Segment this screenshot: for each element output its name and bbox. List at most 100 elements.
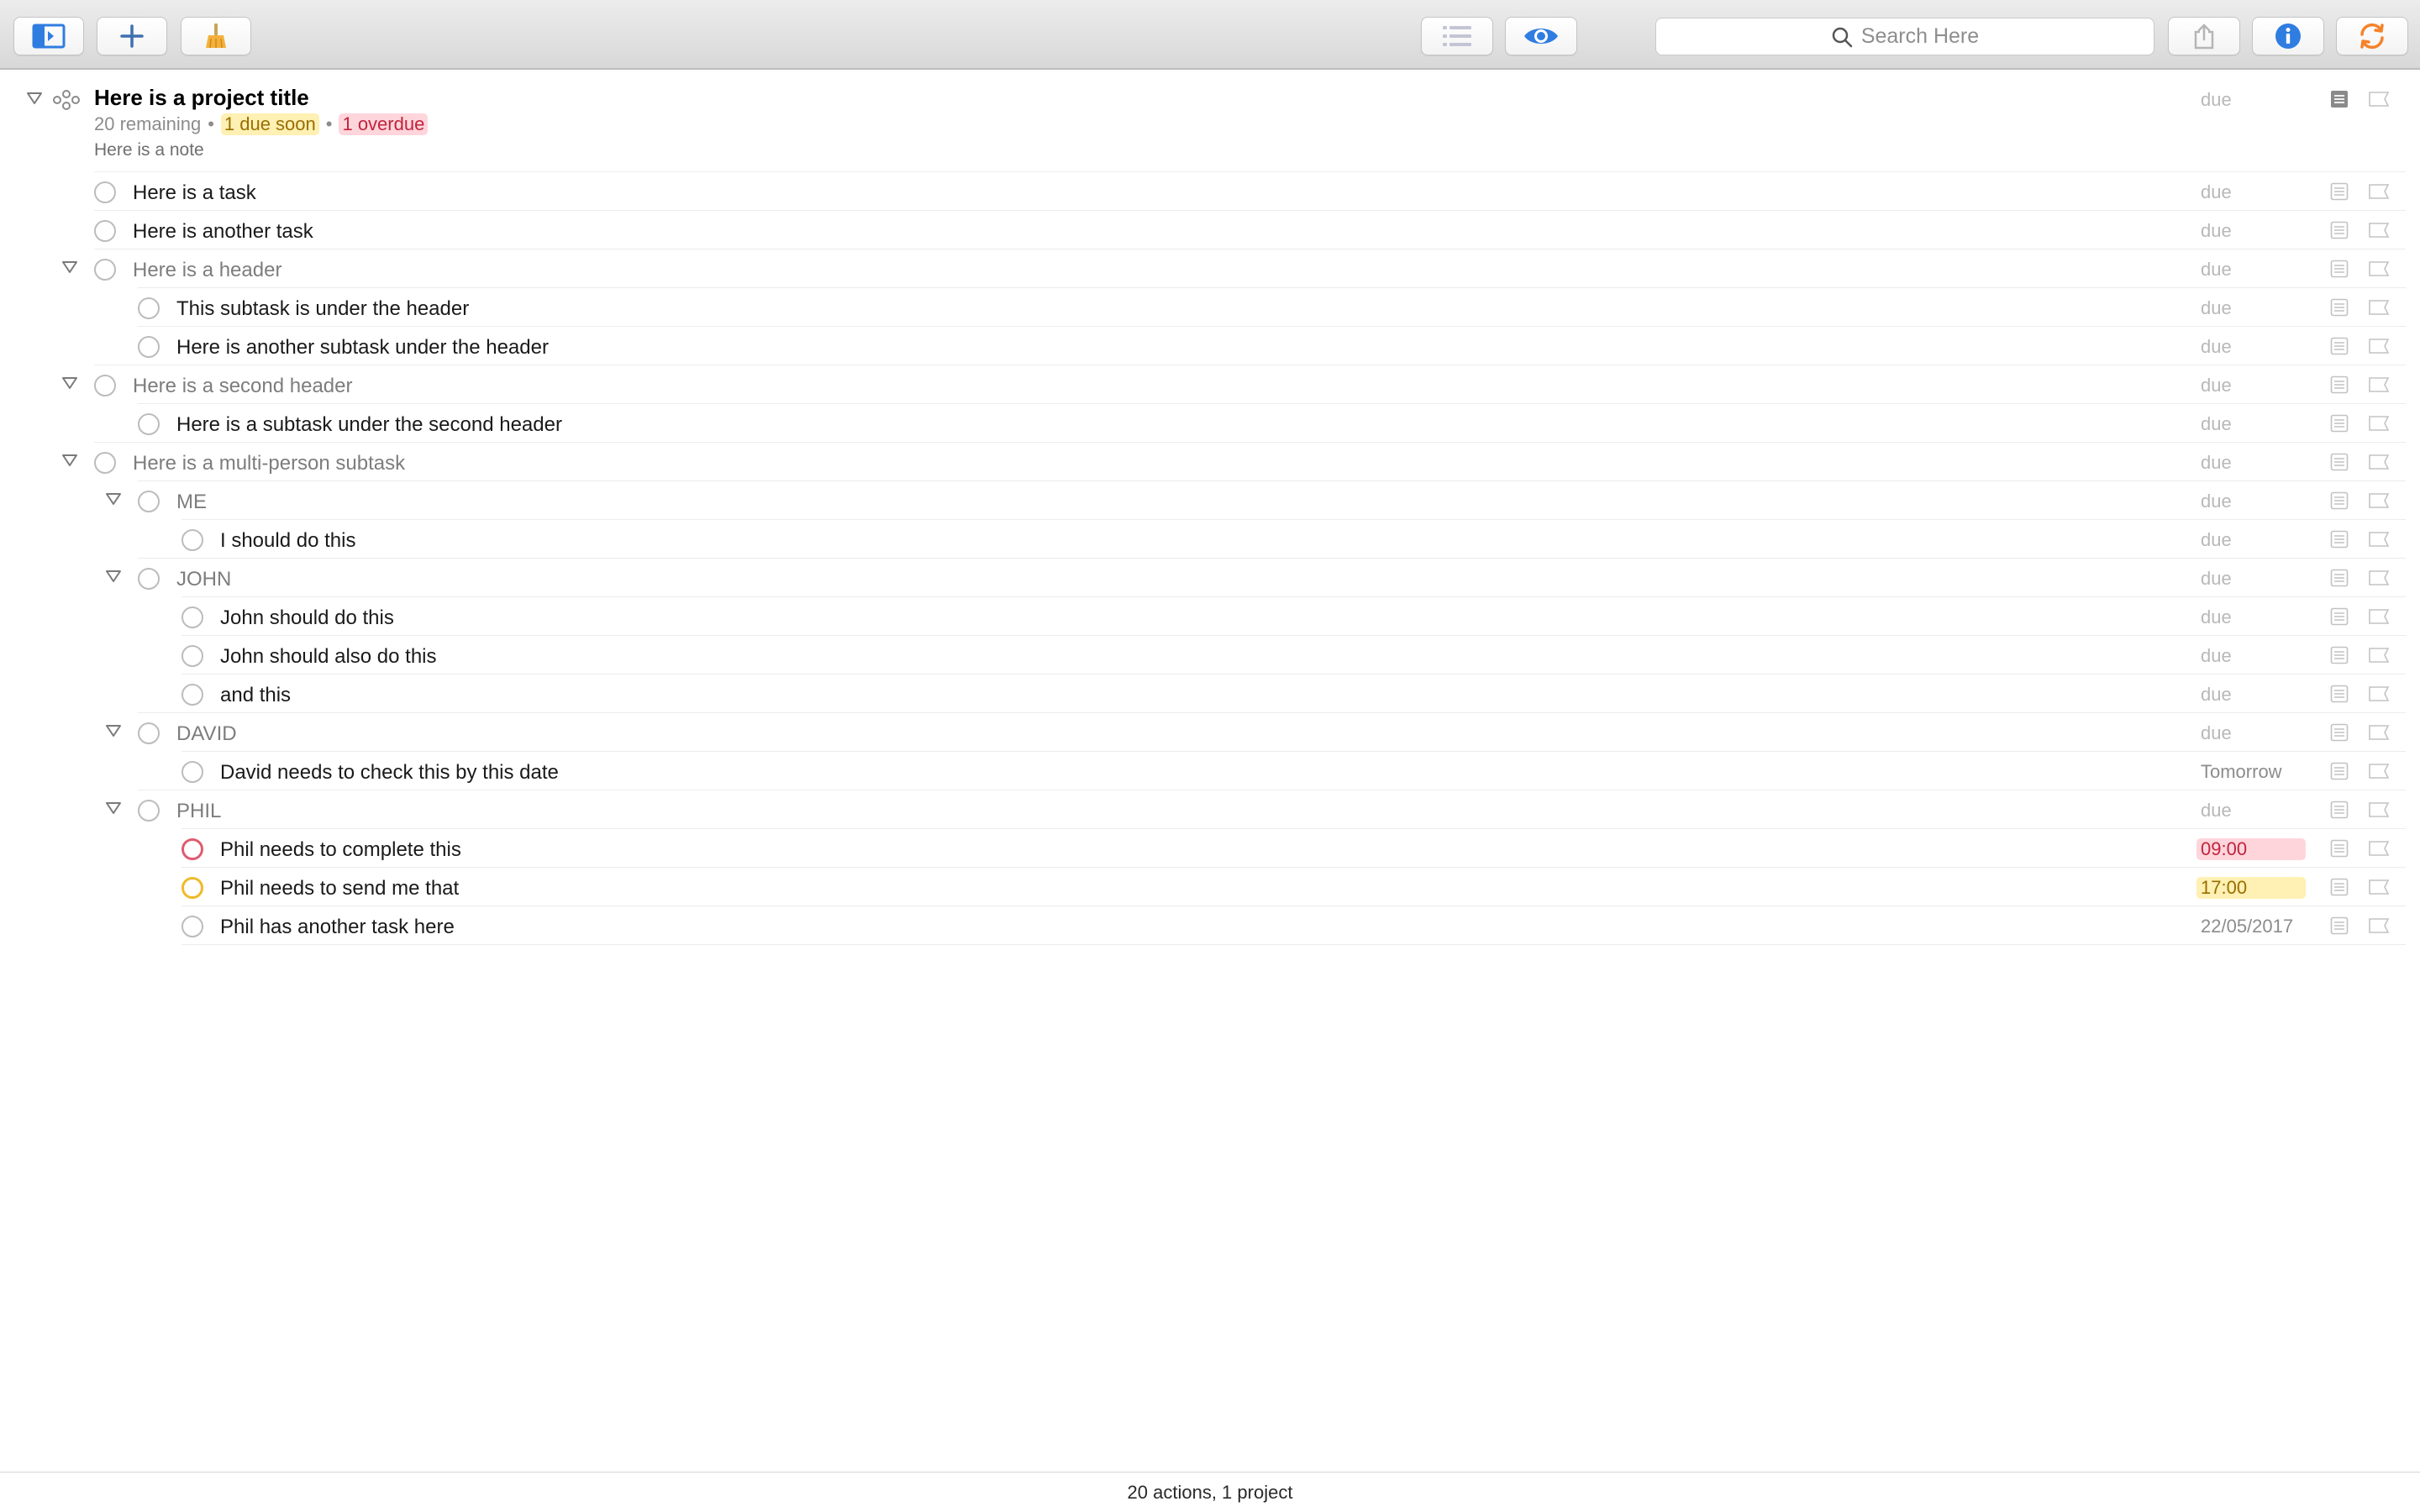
due-date-field[interactable]: due bbox=[2201, 491, 2232, 512]
note-icon[interactable] bbox=[2330, 182, 2349, 201]
status-checkbox[interactable] bbox=[138, 722, 160, 744]
disclosure-triangle-icon[interactable] bbox=[61, 376, 78, 390]
task-title[interactable]: Here is another subtask under the header bbox=[176, 336, 549, 360]
due-date-field[interactable]: due bbox=[2201, 220, 2232, 242]
group-row[interactable]: JOHN due bbox=[106, 558, 2406, 596]
task-row[interactable]: and this due bbox=[182, 674, 2406, 712]
flag-icon[interactable] bbox=[2368, 222, 2390, 239]
project-note[interactable]: Here is a note bbox=[94, 140, 204, 160]
task-row[interactable]: Here is a task due bbox=[94, 171, 2406, 210]
flag-icon[interactable] bbox=[2368, 91, 2390, 108]
note-icon[interactable] bbox=[2330, 375, 2349, 394]
note-icon[interactable] bbox=[2330, 414, 2349, 433]
group-title[interactable]: Here is a second header bbox=[133, 375, 353, 398]
flag-icon[interactable] bbox=[2368, 183, 2390, 200]
due-date-field[interactable]: due bbox=[2201, 375, 2232, 396]
due-date-field[interactable]: due bbox=[2201, 259, 2232, 281]
task-title[interactable]: John should do this bbox=[220, 606, 394, 630]
inspector-button[interactable] bbox=[2252, 17, 2324, 55]
clean-up-button[interactable] bbox=[181, 17, 251, 55]
note-icon[interactable] bbox=[2330, 530, 2349, 549]
note-icon[interactable] bbox=[2330, 646, 2349, 664]
flag-icon[interactable] bbox=[2368, 685, 2390, 702]
group-row[interactable]: Here is a second header due bbox=[62, 365, 2406, 403]
flag-icon[interactable] bbox=[2368, 917, 2390, 934]
status-checkbox[interactable] bbox=[138, 297, 160, 319]
due-date-field[interactable]: due bbox=[2201, 181, 2232, 203]
flag-icon[interactable] bbox=[2368, 338, 2390, 354]
sync-button[interactable] bbox=[2336, 17, 2408, 55]
search-input[interactable]: Search Here bbox=[1655, 18, 2154, 55]
group-row[interactable]: PHIL due bbox=[106, 790, 2406, 828]
note-icon[interactable] bbox=[2330, 569, 2349, 587]
flag-icon[interactable] bbox=[2368, 763, 2390, 780]
due-date-field[interactable]: due bbox=[2201, 800, 2232, 822]
note-icon[interactable] bbox=[2330, 916, 2349, 935]
task-title[interactable]: Phil needs to complete this bbox=[220, 838, 461, 862]
note-icon[interactable] bbox=[2330, 337, 2349, 355]
note-icon[interactable] bbox=[2330, 685, 2349, 703]
note-icon[interactable] bbox=[2330, 453, 2349, 471]
due-date-field[interactable]: due bbox=[2201, 606, 2232, 628]
task-row[interactable]: Phil needs to complete this 09:00 bbox=[182, 828, 2406, 867]
project-title[interactable]: Here is a project title bbox=[94, 85, 309, 111]
disclosure-triangle-icon[interactable] bbox=[26, 92, 43, 105]
task-row[interactable]: Phil needs to send me that 17:00 bbox=[182, 867, 2406, 906]
due-date-field[interactable]: 17:00 bbox=[2196, 877, 2306, 899]
status-checkbox[interactable] bbox=[94, 452, 116, 474]
group-title[interactable]: ME bbox=[176, 491, 207, 514]
disclosure-triangle-icon[interactable] bbox=[105, 801, 122, 815]
due-date-field[interactable]: due bbox=[2201, 722, 2232, 744]
task-row[interactable]: David needs to check this by this date To… bbox=[182, 751, 2406, 790]
flag-icon[interactable] bbox=[2368, 570, 2390, 586]
note-icon[interactable] bbox=[2330, 762, 2349, 780]
status-checkbox[interactable] bbox=[94, 181, 116, 203]
task-row[interactable]: Here is another task due bbox=[94, 210, 2406, 249]
note-icon[interactable] bbox=[2330, 607, 2349, 626]
task-title[interactable]: David needs to check this by this date bbox=[220, 761, 559, 785]
group-title[interactable]: Here is a header bbox=[133, 259, 281, 282]
group-title[interactable]: Here is a multi-person subtask bbox=[133, 452, 405, 475]
task-title[interactable]: Here is a task bbox=[133, 181, 256, 205]
status-checkbox[interactable] bbox=[182, 684, 203, 706]
note-icon[interactable] bbox=[2330, 801, 2349, 819]
task-row[interactable]: Phil has another task here 22/05/2017 bbox=[182, 906, 2406, 944]
group-row[interactable]: DAVID due bbox=[106, 712, 2406, 751]
flag-icon[interactable] bbox=[2368, 454, 2390, 470]
status-checkbox[interactable] bbox=[94, 259, 116, 281]
group-row[interactable]: Here is a header due bbox=[62, 249, 2406, 287]
status-checkbox[interactable] bbox=[182, 877, 203, 899]
flag-icon[interactable] bbox=[2368, 376, 2390, 393]
status-checkbox[interactable] bbox=[138, 800, 160, 822]
due-date-field[interactable]: 09:00 bbox=[2196, 838, 2306, 860]
due-date-field[interactable]: 22/05/2017 bbox=[2201, 916, 2293, 937]
flag-icon[interactable] bbox=[2368, 724, 2390, 741]
note-icon[interactable] bbox=[2330, 878, 2349, 896]
task-title[interactable]: This subtask is under the header bbox=[176, 297, 469, 321]
task-title[interactable]: and this bbox=[220, 684, 291, 707]
sidebar-toggle-button[interactable] bbox=[13, 17, 84, 55]
flag-icon[interactable] bbox=[2368, 879, 2390, 895]
project-row[interactable]: Here is a project title 20 remaining • 1… bbox=[0, 71, 2420, 171]
task-row[interactable]: Here is another subtask under the header… bbox=[138, 326, 2406, 365]
due-date-field[interactable]: due bbox=[2201, 529, 2232, 551]
status-checkbox[interactable] bbox=[138, 413, 160, 435]
status-checkbox[interactable] bbox=[138, 336, 160, 358]
flag-icon[interactable] bbox=[2368, 647, 2390, 664]
flag-icon[interactable] bbox=[2368, 492, 2390, 509]
task-row[interactable]: Here is a subtask under the second heade… bbox=[138, 403, 2406, 442]
note-icon[interactable] bbox=[2330, 260, 2349, 278]
status-checkbox[interactable] bbox=[138, 568, 160, 590]
task-title[interactable]: Phil has another task here bbox=[220, 916, 455, 939]
note-icon[interactable] bbox=[2330, 839, 2349, 858]
status-checkbox[interactable] bbox=[94, 220, 116, 242]
project-due[interactable]: due bbox=[2201, 89, 2232, 111]
share-button[interactable] bbox=[2168, 17, 2240, 55]
note-icon[interactable] bbox=[2330, 221, 2349, 239]
flag-icon[interactable] bbox=[2368, 415, 2390, 432]
note-icon[interactable] bbox=[2330, 723, 2349, 742]
due-date-field[interactable]: due bbox=[2201, 336, 2232, 358]
group-title[interactable]: JOHN bbox=[176, 568, 231, 591]
task-title[interactable]: Phil needs to send me that bbox=[220, 877, 459, 900]
task-title[interactable]: Here is a subtask under the second heade… bbox=[176, 413, 562, 437]
